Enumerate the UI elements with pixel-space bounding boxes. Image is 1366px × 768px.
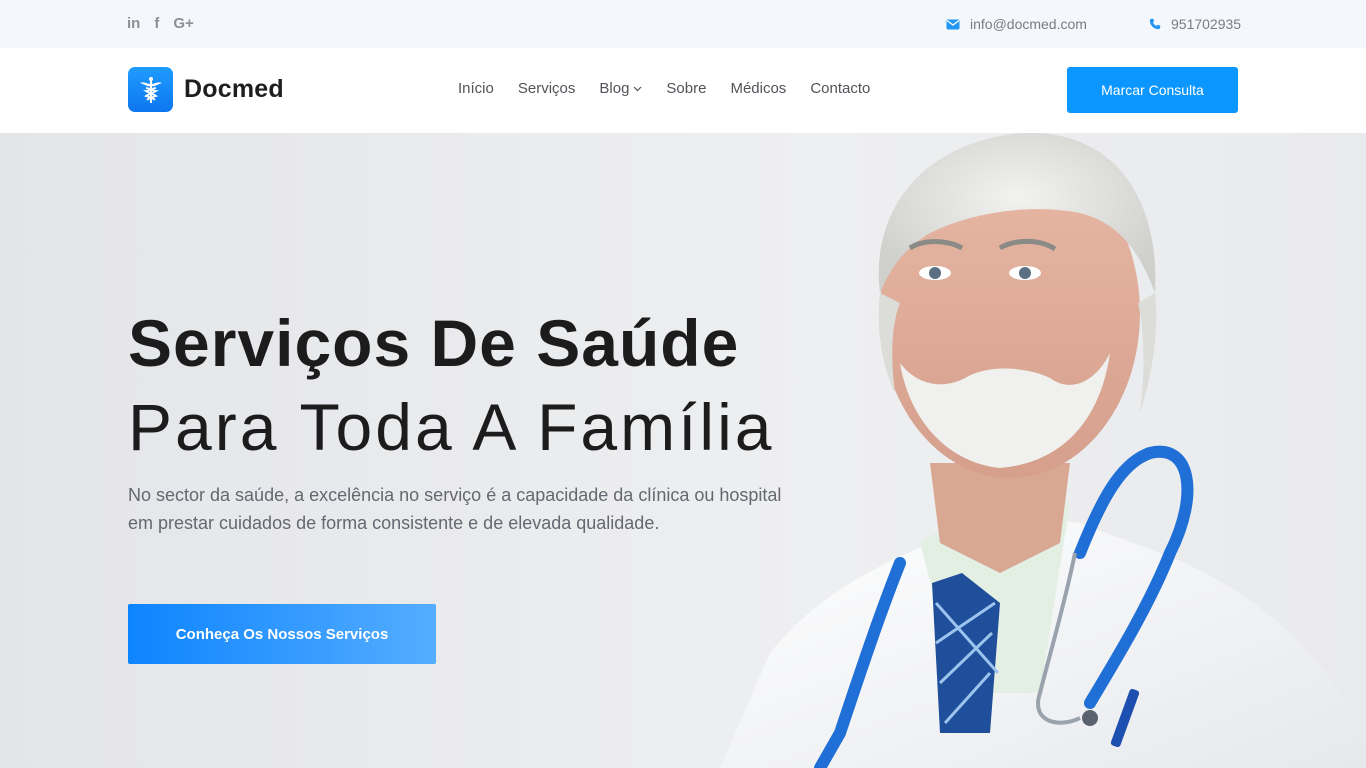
doctor-photo bbox=[720, 133, 1366, 768]
nav-item-label: Início bbox=[458, 80, 494, 97]
email-text: info@docmed.com bbox=[970, 16, 1087, 32]
caduceus-icon bbox=[128, 67, 173, 112]
google-plus-icon[interactable]: G+ bbox=[173, 14, 193, 34]
hero-title-bold: Serviços De Saúde bbox=[128, 306, 740, 380]
nav-item-inicio[interactable]: Início bbox=[458, 79, 494, 99]
phone-text: 951702935 bbox=[1171, 16, 1242, 32]
phone-icon bbox=[1149, 18, 1161, 30]
linkedin-icon[interactable]: in bbox=[127, 14, 140, 34]
main-nav: Início Serviços Blog Sobre Médicos Conta… bbox=[458, 79, 870, 99]
hero-title-light: Para Toda A Família bbox=[128, 390, 775, 464]
facebook-icon[interactable]: f bbox=[154, 14, 159, 34]
nav-item-contacto[interactable]: Contacto bbox=[810, 79, 870, 99]
nav-item-medicos[interactable]: Médicos bbox=[730, 79, 786, 99]
envelope-icon bbox=[946, 19, 960, 29]
nav-item-label: Blog bbox=[599, 80, 630, 97]
nav-item-servicos[interactable]: Serviços bbox=[518, 79, 576, 99]
hero-section: Serviços De Saúde Para Toda A Família No… bbox=[0, 133, 1366, 768]
top-bar: in f G+ info@docmed.com 951702935 bbox=[0, 0, 1366, 48]
nav-item-label: Contacto bbox=[810, 80, 871, 97]
hero-description: No sector da saúde, a excelência no serv… bbox=[128, 485, 782, 533]
our-services-button[interactable]: Conheça Os Nossos Serviços bbox=[128, 604, 436, 664]
logo[interactable]: Docmed bbox=[128, 67, 284, 112]
main-header: Docmed Início Serviços Blog Sobre Médico… bbox=[0, 48, 1366, 133]
nav-item-label: Médicos bbox=[730, 80, 787, 97]
nav-item-label: Serviços bbox=[517, 80, 576, 97]
contact-phone[interactable]: 951702935 bbox=[1149, 14, 1241, 34]
nav-item-label: Sobre bbox=[666, 80, 707, 97]
logo-text: Docmed bbox=[184, 75, 284, 103]
nav-item-blog[interactable]: Blog bbox=[599, 79, 642, 99]
social-links: in f G+ bbox=[127, 14, 194, 34]
chevron-down-icon bbox=[633, 86, 642, 92]
book-appointment-button[interactable]: Marcar Consulta bbox=[1067, 67, 1238, 113]
contact-email[interactable]: info@docmed.com bbox=[946, 14, 1087, 34]
nav-item-sobre[interactable]: Sobre bbox=[666, 79, 706, 99]
